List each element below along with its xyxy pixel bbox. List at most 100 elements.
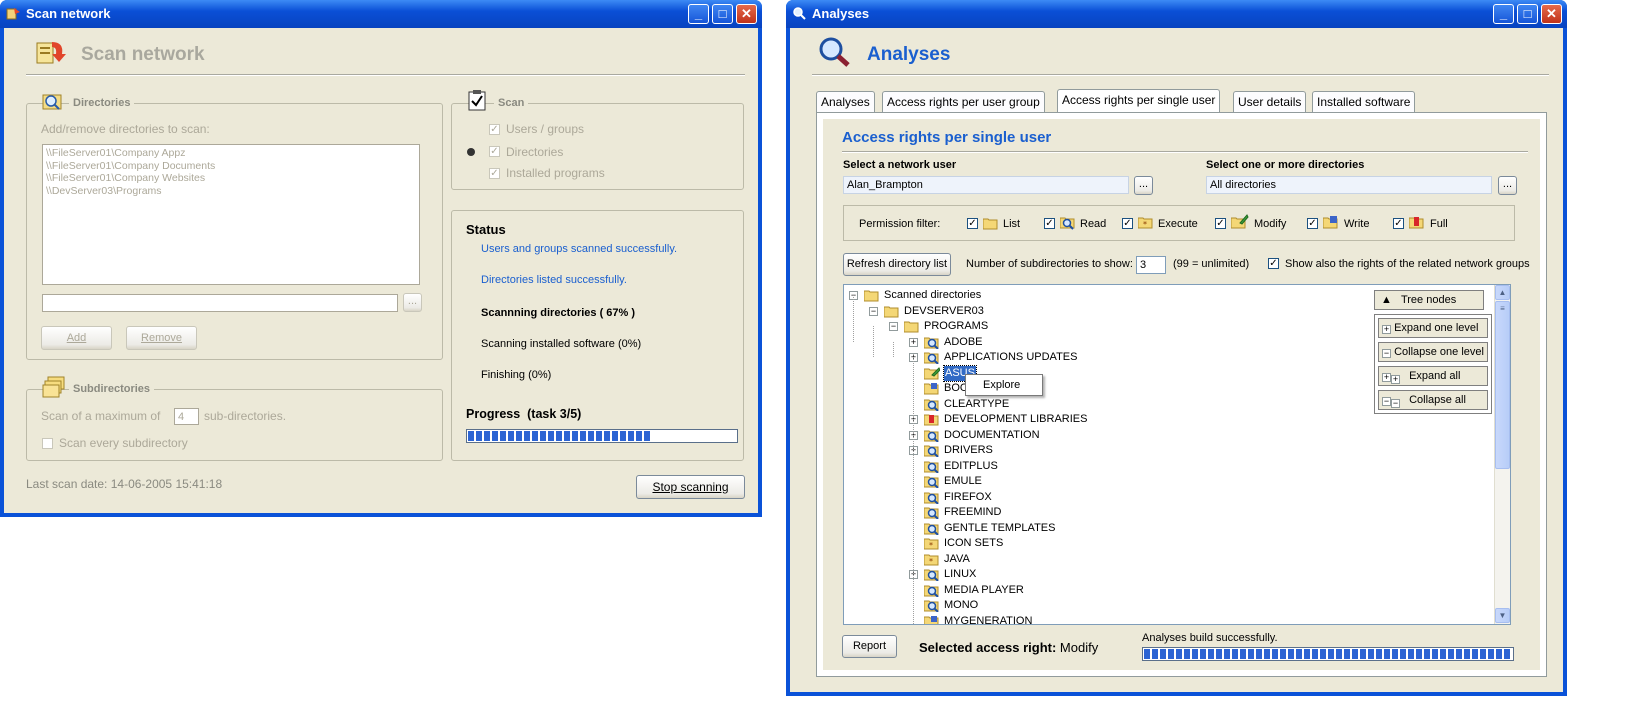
svg-text:*: * bbox=[929, 557, 933, 566]
selected-right-value: Modify bbox=[1059, 640, 1099, 655]
tree-nodes-header[interactable]: ▲ Tree nodes bbox=[1374, 290, 1484, 310]
tree-node-label: DOCUMENTATION bbox=[944, 428, 1040, 441]
filter-execute-checkbox[interactable]: ✓ bbox=[1122, 218, 1133, 229]
analyses-window-titlebar[interactable]: Analyses _ □ ✕ bbox=[786, 0, 1567, 28]
tree-node-label: DRIVERS bbox=[944, 444, 993, 456]
collapse-one-level-button[interactable]: − Collapse one level bbox=[1378, 342, 1488, 362]
filter-write-checkbox[interactable]: ✓ bbox=[1307, 218, 1318, 229]
tab-analyses[interactable]: Analyses bbox=[816, 91, 875, 112]
directory-path-input[interactable] bbox=[42, 294, 398, 312]
minus-icon: − bbox=[1382, 348, 1391, 358]
collapse-node-icon[interactable]: − bbox=[869, 306, 878, 316]
filter-list-label: List bbox=[1003, 218, 1021, 230]
expand-all-label: Expand all bbox=[1409, 370, 1461, 382]
directory-list-item[interactable]: \\FileServer01\Company Websites bbox=[46, 172, 416, 185]
close-button[interactable]: ✕ bbox=[736, 4, 757, 24]
scan-progress-fill bbox=[468, 431, 651, 441]
build-status: Analyses build successfully. bbox=[1142, 632, 1278, 644]
max-subdirs-input[interactable]: 4 bbox=[174, 408, 199, 425]
collapse-all-icon: − bbox=[1382, 396, 1391, 406]
selected-right-caption: Selected access right: bbox=[919, 640, 1057, 655]
expand-all-button[interactable]: + + Expand all bbox=[1378, 366, 1488, 386]
tab-installed-software[interactable]: Installed software bbox=[1312, 91, 1416, 112]
report-button[interactable]: Report bbox=[842, 635, 897, 658]
current-step-bullet bbox=[467, 148, 475, 156]
tab-rights-per-user[interactable]: Access rights per single user bbox=[1057, 89, 1221, 112]
maximize-button[interactable]: □ bbox=[1517, 4, 1538, 24]
folder-folder-icon bbox=[903, 319, 920, 338]
subdirectories-group-label: Subdirectories bbox=[69, 383, 155, 395]
tree-node-label: FREEMIND bbox=[944, 506, 1002, 518]
minus-icon: − bbox=[1391, 398, 1400, 408]
tab-rights-per-group[interactable]: Access rights per user group bbox=[882, 91, 1045, 112]
collapse-node-icon[interactable]: − bbox=[889, 322, 898, 331]
section-title: Access rights per single user bbox=[842, 129, 1052, 146]
status-line-users: Users and groups scanned successfully. bbox=[481, 243, 678, 255]
header-divider bbox=[812, 74, 1549, 76]
tree-nodes-panel: ▲ Tree nodes + Expand one level − Collap… bbox=[1374, 290, 1492, 414]
browse-directory-button[interactable]: ... bbox=[403, 293, 422, 312]
add-directory-button[interactable]: Add bbox=[41, 326, 112, 350]
tree-scrollbar[interactable]: ▲ ≡ ▼ bbox=[1494, 285, 1510, 624]
tree-node-label: EMULE bbox=[944, 475, 982, 487]
folder-folder-icon bbox=[883, 304, 900, 323]
close-button[interactable]: ✕ bbox=[1541, 4, 1562, 24]
scan-window-titlebar[interactable]: Scan network _ □ ✕ bbox=[0, 0, 762, 28]
filter-full-checkbox[interactable]: ✓ bbox=[1393, 218, 1404, 229]
expand-one-level-button[interactable]: + Expand one level bbox=[1378, 318, 1488, 338]
filter-write-label: Write bbox=[1344, 218, 1370, 230]
filter-list-checkbox[interactable]: ✓ bbox=[967, 218, 978, 229]
tree-node-label: MONO bbox=[944, 599, 979, 611]
subdirs-count-label: Number of subdirectories to show: bbox=[966, 258, 1133, 270]
refresh-directory-list-button[interactable]: Refresh directory list bbox=[843, 253, 951, 276]
filter-modify-checkbox[interactable]: ✓ bbox=[1215, 218, 1226, 229]
scan-directories-checkbox[interactable]: ✓ bbox=[489, 146, 500, 157]
status-line-scanning: Scannning directories ( 67% ) bbox=[481, 307, 636, 319]
directory-list-item[interactable]: \\FileServer01\Company Documents bbox=[46, 160, 416, 173]
minimize-button[interactable]: _ bbox=[688, 4, 709, 24]
tree-nodes-label: Tree nodes bbox=[1400, 294, 1457, 306]
tab-user-details[interactable]: User details bbox=[1233, 91, 1307, 112]
expand-node-icon[interactable]: + bbox=[909, 337, 918, 347]
directories-input[interactable]: All directories bbox=[1206, 176, 1492, 194]
scan-users-checkbox[interactable]: ✓ bbox=[489, 124, 500, 135]
folder-folder-icon bbox=[863, 288, 880, 307]
scroll-down-arrow[interactable]: ▼ bbox=[1495, 608, 1510, 623]
maximize-button[interactable]: □ bbox=[712, 4, 733, 24]
remove-directory-button[interactable]: Remove bbox=[126, 326, 197, 350]
max-subdirs-prefix: Scan of a maximum of bbox=[41, 409, 161, 423]
scroll-thumb[interactable]: ≡ bbox=[1495, 301, 1510, 469]
browse-user-button[interactable]: ... bbox=[1134, 176, 1153, 195]
scan-every-subdir-checkbox[interactable] bbox=[42, 438, 53, 449]
scan-programs-checkbox[interactable]: ✓ bbox=[489, 168, 500, 179]
tree-guide-line bbox=[853, 295, 854, 342]
execute-icon: * bbox=[1138, 217, 1153, 229]
filter-read-checkbox[interactable]: ✓ bbox=[1044, 218, 1055, 229]
remove-label: Remove bbox=[141, 332, 182, 344]
full-control-icon bbox=[1409, 217, 1424, 229]
stop-scanning-button[interactable]: Stop scanning bbox=[636, 475, 745, 499]
show-groups-label: Show also the rights of the related netw… bbox=[1285, 258, 1530, 270]
network-user-input[interactable]: Alan_Brampton bbox=[843, 176, 1129, 194]
context-menu-explore[interactable]: Explore bbox=[966, 375, 1042, 395]
show-groups-checkbox[interactable]: ✓ bbox=[1268, 258, 1279, 269]
minimize-button[interactable]: _ bbox=[1493, 4, 1514, 24]
max-subdirs-suffix: sub-directories. bbox=[204, 409, 287, 423]
directory-list-item[interactable]: \\DevServer03\Programs bbox=[46, 185, 416, 198]
directories-listbox[interactable]: \\FileServer01\Company Appz \\FileServer… bbox=[42, 144, 420, 285]
write-icon bbox=[1323, 216, 1338, 229]
status-line-directories: Directories listed successfully. bbox=[481, 274, 627, 286]
subdirs-count-input[interactable]: 3 bbox=[1136, 256, 1166, 274]
section-divider bbox=[842, 151, 1528, 153]
read-icon bbox=[1060, 217, 1075, 230]
modify-icon bbox=[1231, 214, 1249, 229]
tree-node-label: DEVELOPMENT LIBRARIES bbox=[944, 413, 1088, 425]
magnifier-header-icon bbox=[819, 37, 850, 67]
scroll-up-arrow[interactable]: ▲ bbox=[1495, 285, 1510, 300]
analyses-header-title: Analyses bbox=[867, 44, 951, 65]
tree-guide-line bbox=[913, 357, 914, 624]
header-divider bbox=[26, 74, 745, 76]
collapse-all-button[interactable]: − − Collapse all bbox=[1378, 390, 1488, 410]
directory-list-item[interactable]: \\FileServer01\Company Appz bbox=[46, 147, 416, 160]
browse-directories-button[interactable]: ... bbox=[1498, 176, 1517, 195]
